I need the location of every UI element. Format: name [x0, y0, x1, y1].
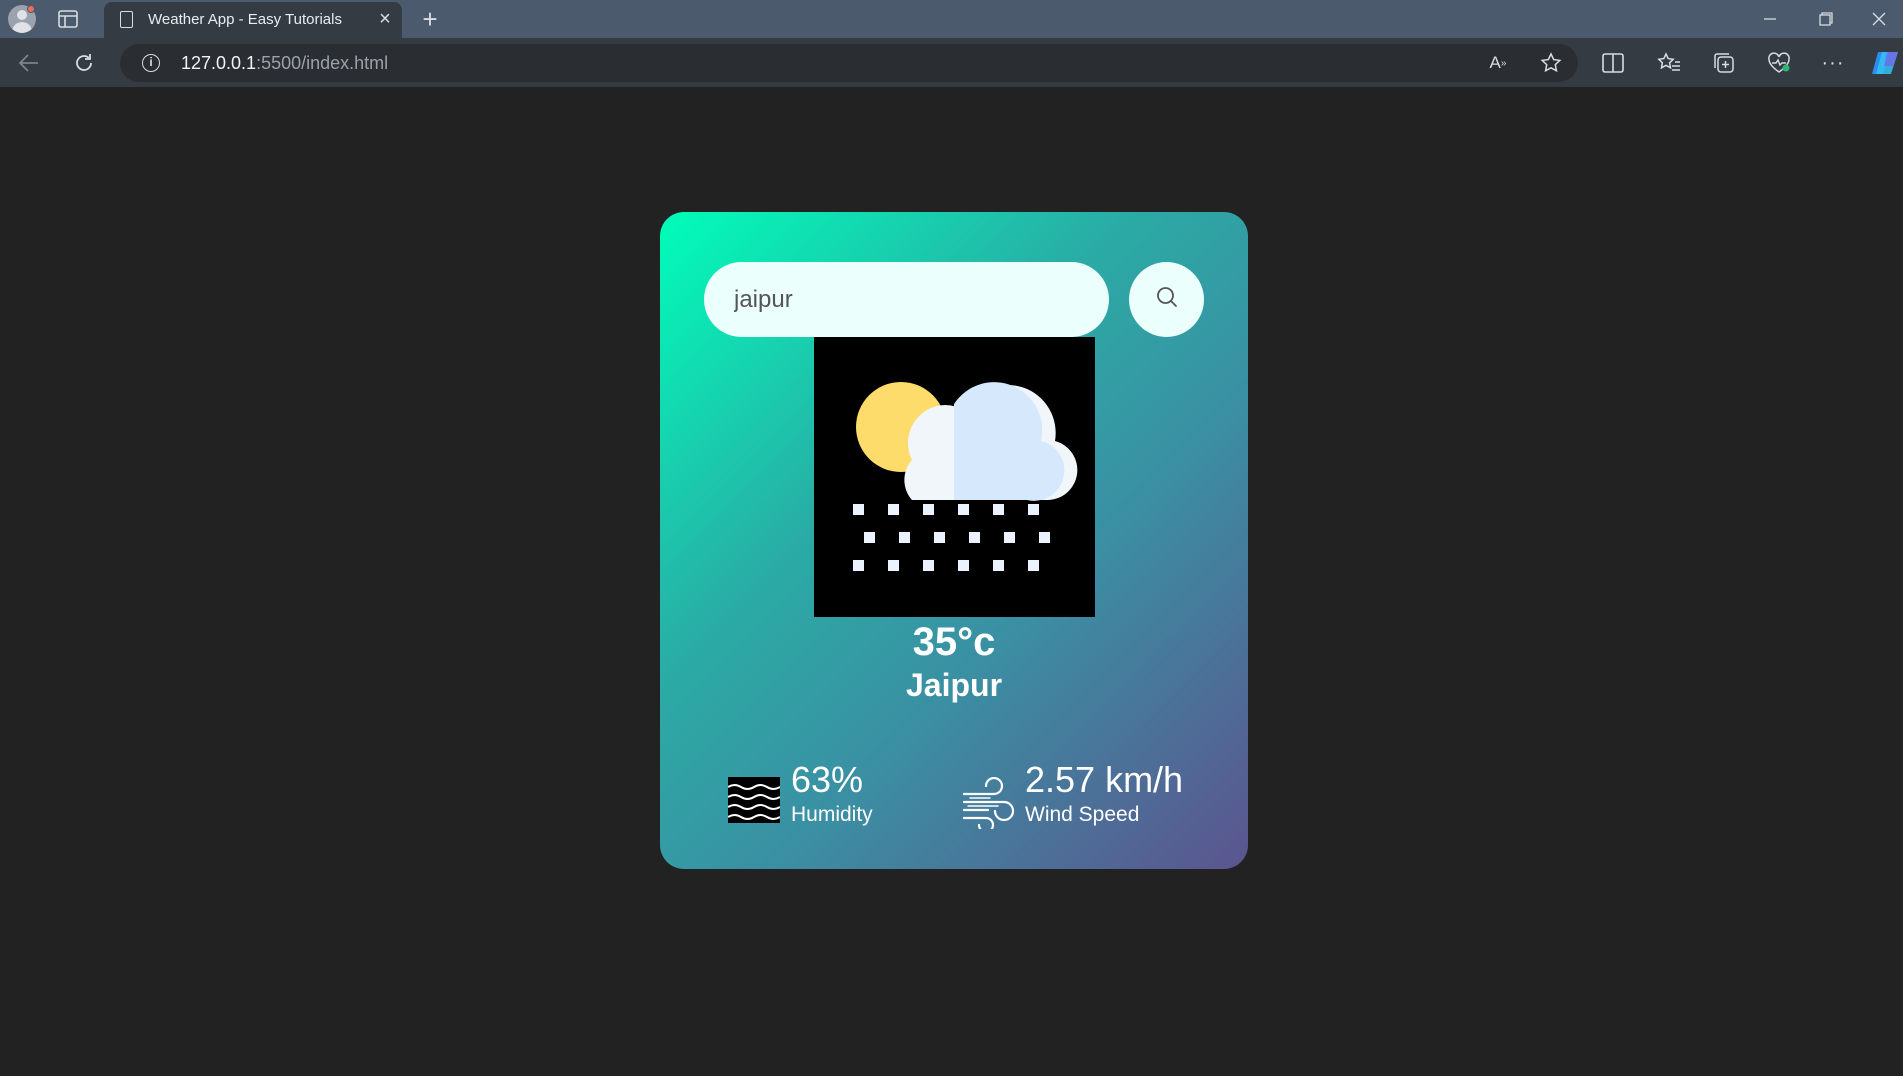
- wind-value: 2.57 km/h: [1025, 759, 1184, 800]
- site-info-icon[interactable]: i: [142, 54, 160, 72]
- collections-icon[interactable]: [1711, 51, 1737, 75]
- tab-weather-app[interactable]: Weather App - Easy Tutorials ×: [104, 2, 402, 38]
- more-options-icon[interactable]: ···: [1820, 51, 1846, 75]
- snowflake: [1028, 560, 1039, 571]
- humidity-detail: 63% Humidity: [727, 759, 928, 829]
- humidity-value: 63%: [791, 759, 864, 800]
- snowflake: [969, 532, 980, 543]
- snowflake: [899, 532, 910, 543]
- wind-detail: 2.57 km/h Wind Speed: [962, 759, 1232, 834]
- minimize-icon[interactable]: [1742, 0, 1798, 38]
- search-button[interactable]: [1129, 262, 1204, 337]
- new-tab-icon[interactable]: +: [417, 4, 443, 34]
- tab-actions-icon[interactable]: [57, 9, 79, 29]
- snowflake: [1039, 532, 1050, 543]
- back-icon[interactable]: [16, 50, 42, 76]
- temperature: 35°c: [912, 620, 996, 664]
- split-screen-icon[interactable]: [1600, 51, 1626, 75]
- favorite-star-icon[interactable]: [1539, 51, 1563, 75]
- page-viewport: 35°c Jaipur 63% Humidity: [0, 87, 1903, 1076]
- humidity-label: Humidity: [791, 803, 873, 826]
- wind-icon: [962, 776, 1016, 834]
- url-path: :5500/index.html: [256, 53, 389, 73]
- tab-title: Weather App - Easy Tutorials: [148, 11, 342, 28]
- snow-icon: [853, 382, 1078, 571]
- snowflake: [1028, 504, 1039, 515]
- snowflake: [853, 504, 864, 515]
- search-icon: [1155, 285, 1179, 314]
- favorites-icon[interactable]: [1656, 51, 1682, 75]
- browser-essentials-icon[interactable]: [1766, 51, 1792, 75]
- snowflake: [993, 504, 1004, 515]
- close-window-icon[interactable]: [1854, 0, 1903, 38]
- page-icon: [120, 11, 133, 28]
- humidity-icon: [727, 777, 781, 828]
- refresh-icon[interactable]: [71, 50, 97, 76]
- snowflake: [1004, 532, 1015, 543]
- copilot-icon[interactable]: [1870, 49, 1900, 77]
- read-aloud-icon[interactable]: A»: [1486, 52, 1510, 74]
- city-search-input[interactable]: [704, 262, 1109, 337]
- snowflake: [853, 560, 864, 571]
- snowflake: [888, 504, 899, 515]
- snowflake: [888, 560, 899, 571]
- snowflake: [958, 504, 969, 515]
- wind-label: Wind Speed: [1025, 803, 1140, 826]
- browser-tab-bar: Weather App - Easy Tutorials × +: [0, 0, 1903, 38]
- weather-condition-image: [814, 337, 1095, 617]
- profile-notification-dot: [27, 5, 35, 13]
- restore-icon[interactable]: [1798, 0, 1854, 38]
- snowflake: [864, 532, 875, 543]
- url-host: 127.0.0.1: [181, 53, 257, 73]
- browser-toolbar: i 127.0.0.1:5500/index.html A» ···: [0, 38, 1903, 87]
- weather-card: 35°c Jaipur 63% Humidity: [660, 212, 1248, 869]
- snowflake: [923, 504, 934, 515]
- snowflake: [923, 560, 934, 571]
- url-text[interactable]: 127.0.0.1:5500/index.html: [181, 53, 388, 74]
- snowflake: [958, 560, 969, 571]
- close-tab-icon[interactable]: ×: [374, 8, 396, 30]
- address-bar[interactable]: i 127.0.0.1:5500/index.html A»: [120, 44, 1578, 82]
- snowflake: [934, 532, 945, 543]
- snowflake: [993, 560, 1004, 571]
- city-name: Jaipur: [905, 667, 1003, 703]
